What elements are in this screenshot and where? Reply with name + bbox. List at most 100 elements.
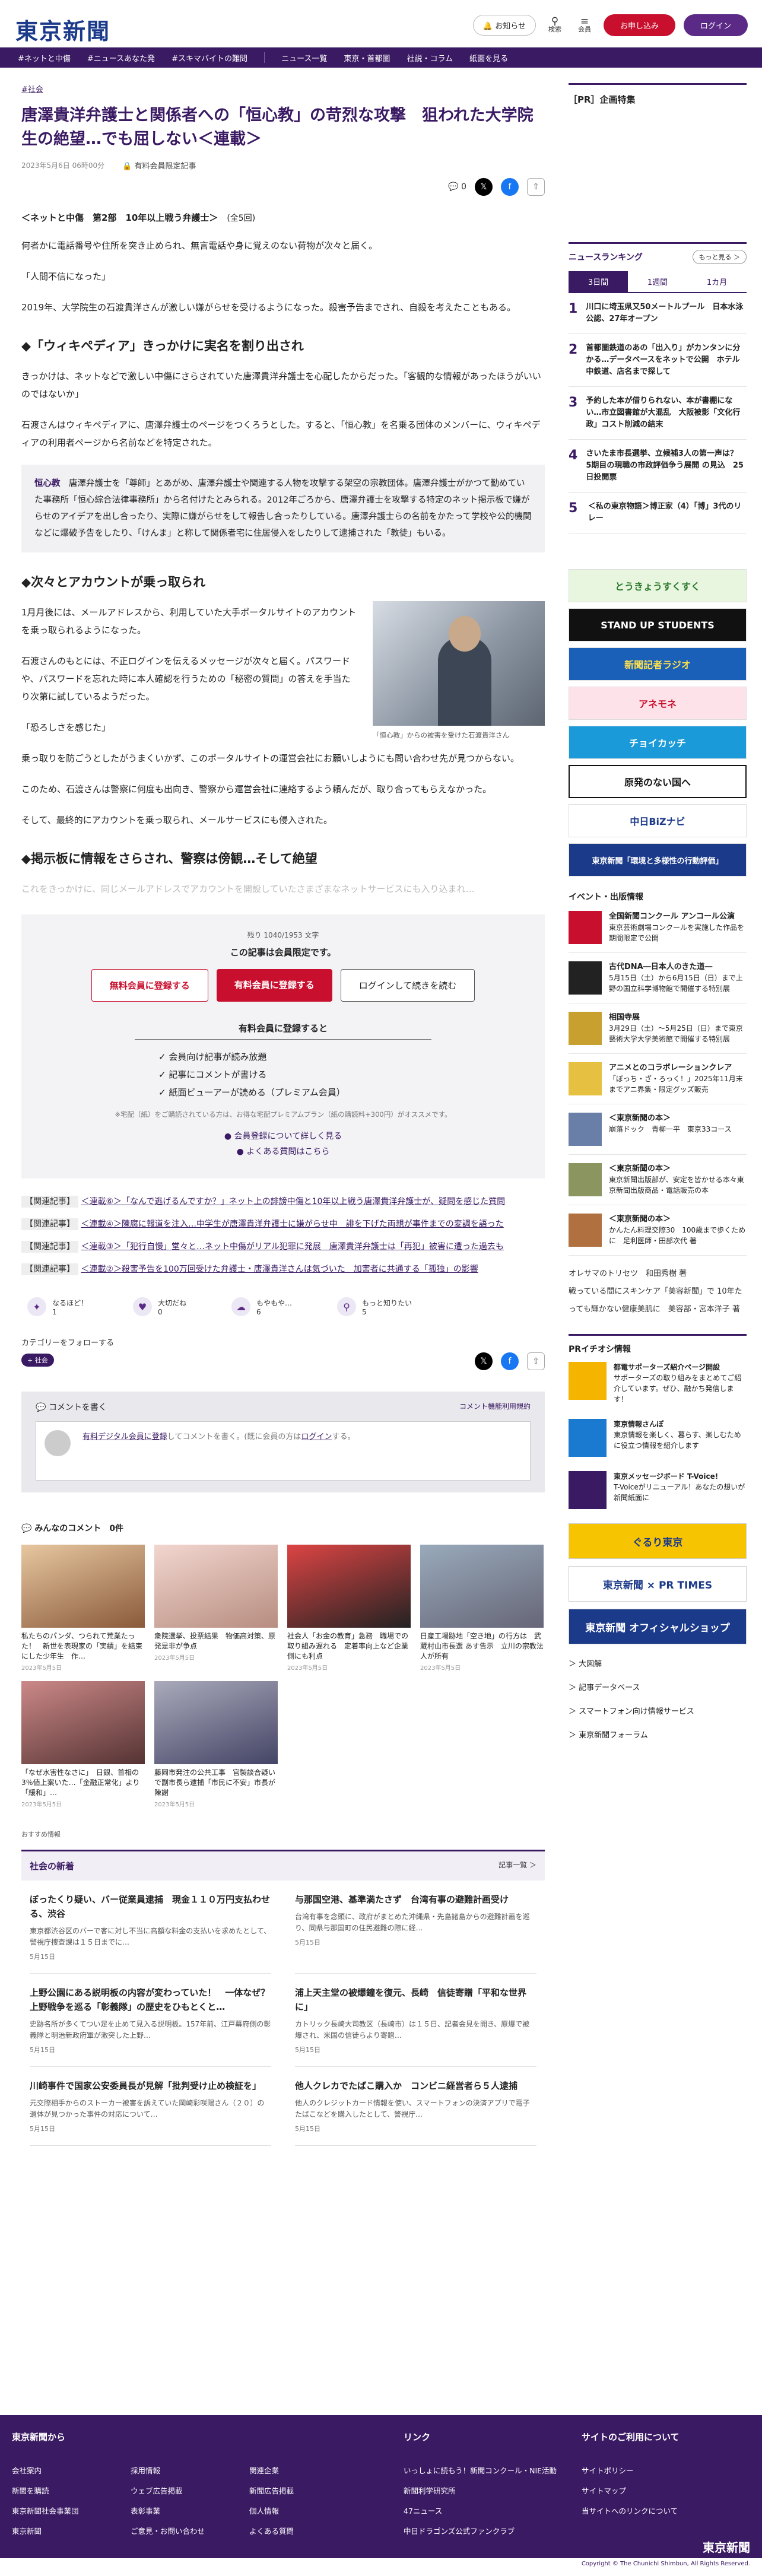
news-item[interactable]: 与那国空港、基準満たさず 台湾有事の避難計画受け 台湾有事を念頭に、政府がまとめた… (295, 1881, 536, 1974)
reaction-button[interactable]: ✦ なるほど！ 1 (27, 1297, 88, 1316)
nav-item[interactable]: 紙面を見る (469, 52, 508, 63)
footer-link[interactable]: よくある質問 (249, 2521, 368, 2542)
footer-link[interactable]: サイトマップ (582, 2481, 748, 2501)
sidebar-link[interactable]: ＞ スマートフォン向け情報サービス (569, 1700, 747, 1724)
banner-pr-times[interactable]: 東京新聞 × PR TIMES (569, 1566, 747, 1602)
news-item[interactable]: 他人クレカでたばこ購入か コンビニ経営者ら５人逮捕 他人のクレジットカード情報を使… (295, 2067, 536, 2146)
banner-sukusuku[interactable]: とうきょうすくすく (569, 569, 747, 602)
footer-link[interactable]: 東京新聞社会事業団 (12, 2501, 131, 2521)
photo-news-item[interactable]: 藤岡市発注の公共工事 官製談合疑いで副市長ら逮捕「市民に不安」市長が陳謝 2023… (154, 1681, 278, 1808)
footer-link[interactable]: 中日ドラゴンズ公式ファンクラブ (404, 2521, 582, 2542)
pr-item[interactable]: 東京メッセージボード T-Voice! T-Voiceがリニューアル！あなたの想い… (569, 1464, 747, 1516)
event-item[interactable]: 古代DNA―日本人のきた道― 5月15日（土）から6月15日（日）まで上野の国立科… (569, 953, 747, 1003)
pr-item[interactable]: 東京情報さんぽ 東京情報を楽しく、暮らす、楽しむために役立つ情報を紹介します (569, 1412, 747, 1464)
nav-item[interactable]: #ネットと中傷 (18, 52, 71, 63)
nav-item[interactable]: 東京・首都圏 (344, 52, 390, 63)
event-item[interactable]: アニメとのコラボレーションクレア 「ぼっち・ざ・ろっく！」2025年11月末までア… (569, 1054, 747, 1104)
banner-environment[interactable]: 東京新聞「環境と多様性の行動評価」 (569, 843, 747, 876)
nav-item[interactable]: #スキマバイトの難問 (172, 52, 247, 63)
related-link[interactable]: ＜連載②＞殺害予告を100万回受けた弁護士・唐澤貴洋さんは気づいた 加害者に共通… (81, 1265, 478, 1274)
paid-digital-register-link[interactable]: 有料デジタル会員に登録 (82, 1432, 167, 1441)
footer-link[interactable]: ご意見・お問い合わせ (131, 2521, 249, 2542)
photo-news-item[interactable]: 日産工場跡地「空き地」の行方は 武蔵村山市長選 あす告示 立川の宗教法人が所有 2… (420, 1545, 544, 1672)
free-register-button[interactable]: 無料会員に登録する (91, 969, 208, 1002)
ranking-item[interactable]: 4 さいたま市長選挙、立候補3人の第一声は？ 5期目の現職の市政評価争う展開 の見… (569, 440, 747, 493)
x-share-icon[interactable]: 𝕏 (475, 1352, 493, 1370)
faq-link[interactable]: ● よくある質問はこちら (21, 1144, 545, 1160)
news-list-link[interactable]: 記事一覧 ＞ (499, 1860, 536, 1872)
footer-link[interactable]: ウェブ広告掲載 (131, 2481, 249, 2501)
reaction-button[interactable]: ⚲ もっと知りたい 5 (337, 1297, 412, 1316)
footer-link[interactable]: 個人情報 (249, 2501, 368, 2521)
photo-news-item[interactable]: 衆院選挙、投票結果 物価高対策、原発是非が争点 2023年5月5日 (154, 1545, 278, 1672)
nav-item[interactable]: 社説・コラム (407, 52, 453, 63)
paid-register-button[interactable]: 有料会員に登録する (216, 969, 332, 1002)
register-button[interactable]: お申し込み (603, 14, 675, 36)
login-continue-button[interactable]: ログインして続きを読む (340, 969, 475, 1002)
photo-news-item[interactable]: 「なぜ水害性なさに」 日銀、首相の3％値上案いた…「金融正常化」より「緩和」… 2… (21, 1681, 145, 1808)
comment-count-button[interactable]: 💬 0 (448, 178, 466, 196)
footer-link[interactable]: 当サイトへのリンクについて (582, 2501, 748, 2521)
news-item[interactable]: ぼったくり疑い、バー従業員逮捕 現金１１０万円支払わせる、渋谷 東京都渋谷区のバー… (30, 1881, 271, 1974)
book-link[interactable]: オレサマのトリセツ 和田秀樹 著 (569, 1265, 747, 1283)
sidebar-link[interactable]: ＞ 東京新聞フォーラム (569, 1724, 747, 1748)
nav-item[interactable]: #ニュースあなた発 (87, 52, 155, 63)
ranking-item[interactable]: 1 川口に埼玉県又50メートルプール 日本水泳公認、27年オープン (569, 293, 747, 334)
related-link[interactable]: ＜連載④＞陳腐に報道を注入…中学生が唐澤貴洋弁護士に嫌がらせ中 誹を下げた両親が… (81, 1219, 503, 1229)
nav-item[interactable]: ニュース一覧 (281, 52, 327, 63)
tab-3days[interactable]: 3日間 (569, 271, 628, 292)
event-item[interactable]: ＜東京新聞の本＞ 崩落ドック 青柳一平 東京33コース (569, 1104, 747, 1155)
ranking-item[interactable]: 5 ＜私の東京物語＞博正家（4）「博」3代のリレー (569, 493, 747, 533)
related-link[interactable]: ＜連載⑥＞「なんで逃げるんですか？」ネット上の誹謗中傷と10年以上戦う唐澤貴洋弁… (81, 1197, 505, 1206)
event-item[interactable]: ＜東京新聞の本＞ かんたん料理交際30 100歳まで歩くために 足利医師・田部次代… (569, 1205, 747, 1256)
event-item[interactable]: 相国寺展 3月29日（土）〜5月25日（日）まで東京藝術大学大学美術館で開催する特… (569, 1003, 747, 1054)
sidebar-link[interactable]: ＞ 大図解 (569, 1653, 747, 1676)
comment-input[interactable]: 有料デジタル会員に登録してコメントを書く。(既に会員の方はログインする。 (36, 1421, 531, 1481)
sidebar-link[interactable]: ＞ 記事データベース (569, 1676, 747, 1700)
footer-logo[interactable]: 東京新聞 (703, 2538, 750, 2555)
banner-anemone[interactable]: アネモネ (569, 687, 747, 720)
login-button[interactable]: ログイン (683, 14, 748, 36)
related-link[interactable]: ＜連載③＞「犯行自慢」堂々と…ネット中傷がリアル犯罪に発展 唐澤貴洋弁護士は「再… (81, 1242, 503, 1252)
footer-link[interactable]: 会社案内 (12, 2461, 131, 2481)
membership-info-link[interactable]: ● 会員登録について詳しく見る (21, 1129, 545, 1144)
reaction-button[interactable]: ☁ もやもや… 6 (231, 1297, 292, 1316)
category-tag[interactable]: #社会 (21, 85, 43, 94)
banner-radio[interactable]: 新聞記者ラジオ (569, 647, 747, 681)
footer-link[interactable]: サイトポリシー (582, 2461, 748, 2481)
share-icon[interactable]: ⇧ (527, 178, 545, 196)
footer-link[interactable]: 新聞利学研究所 (404, 2481, 582, 2501)
reaction-button[interactable]: ♥ 大切だね 0 (133, 1297, 186, 1316)
article-photo[interactable] (373, 601, 545, 726)
banner-standup-students[interactable]: STAND UP STUDENTS (569, 608, 747, 641)
comment-rules-link[interactable]: コメント機能利用規約 (459, 1401, 531, 1413)
follow-chip[interactable]: + 社会 (21, 1354, 54, 1367)
ranking-item[interactable]: 2 首都圏鉄道のあの「出入り」がカンタンに分かる…データベースをネットで公開 ホテ… (569, 334, 747, 387)
site-logo[interactable]: 東京新聞 (15, 13, 110, 46)
footer-link[interactable]: 新聞広告掲載 (249, 2481, 368, 2501)
book-link[interactable]: 戦っている間にスキンケア「美容新聞」で 10年たっても輝かない健康美肌に 美容部… (569, 1283, 747, 1319)
news-item[interactable]: 川崎事件で国家公安委員長が見解「批判受け止め検証を」 元交際相手からのストーカー被… (30, 2067, 271, 2146)
news-item[interactable]: 上野公園にある説明板の内容が変わっていた！ 一体なぜ？ 上野戦争を巡る「彰義隊」… (30, 1974, 278, 2067)
pr-item[interactable]: 都電サポーターズ紹介ページ開設 サポーターズの取り組みをまとめてご紹介しています。… (569, 1355, 747, 1412)
menu-button[interactable]: ≡ 会員 (574, 16, 595, 34)
comment-login-link[interactable]: ログイン (301, 1432, 332, 1441)
footer-link[interactable]: 表彰事業 (131, 2501, 249, 2521)
banner-gururi-tokyo[interactable]: ぐるり東京 (569, 1523, 747, 1559)
footer-link[interactable]: 新聞を購読 (12, 2481, 131, 2501)
footer-link[interactable]: 採用情報 (131, 2461, 249, 2481)
banner-choikatch[interactable]: チョイカッチ (569, 726, 747, 759)
footer-link[interactable]: 関連企業 (249, 2461, 368, 2481)
banner-no-nuclear[interactable]: 原発のない国へ (569, 765, 747, 798)
news-item[interactable]: 浦上天主堂の被爆鐘を復元、長崎 信徒寄贈「平和な世界に」 カトリック長崎大司教区（… (295, 1974, 536, 2067)
ranking-more-button[interactable]: もっと見る ＞ (692, 250, 747, 264)
banner-chunichi-biz[interactable]: 中日BiZナビ (569, 804, 747, 837)
facebook-share-icon[interactable]: f (501, 1352, 519, 1370)
notification-button[interactable]: 🔔 お知らせ (472, 15, 536, 36)
banner-official-shop[interactable]: 東京新聞 オフィシャルショップ (569, 1609, 747, 1644)
share-icon[interactable]: ⇧ (527, 1352, 545, 1370)
tab-1week[interactable]: 1週間 (628, 271, 687, 292)
footer-link[interactable]: 東京新聞 (12, 2521, 131, 2542)
footer-link[interactable]: 47ニュース (404, 2501, 582, 2521)
ranking-item[interactable]: 3 予約した本が借りられない、本が書棚にない…市立図書館が大混乱 大阪被影「文化行… (569, 387, 747, 440)
